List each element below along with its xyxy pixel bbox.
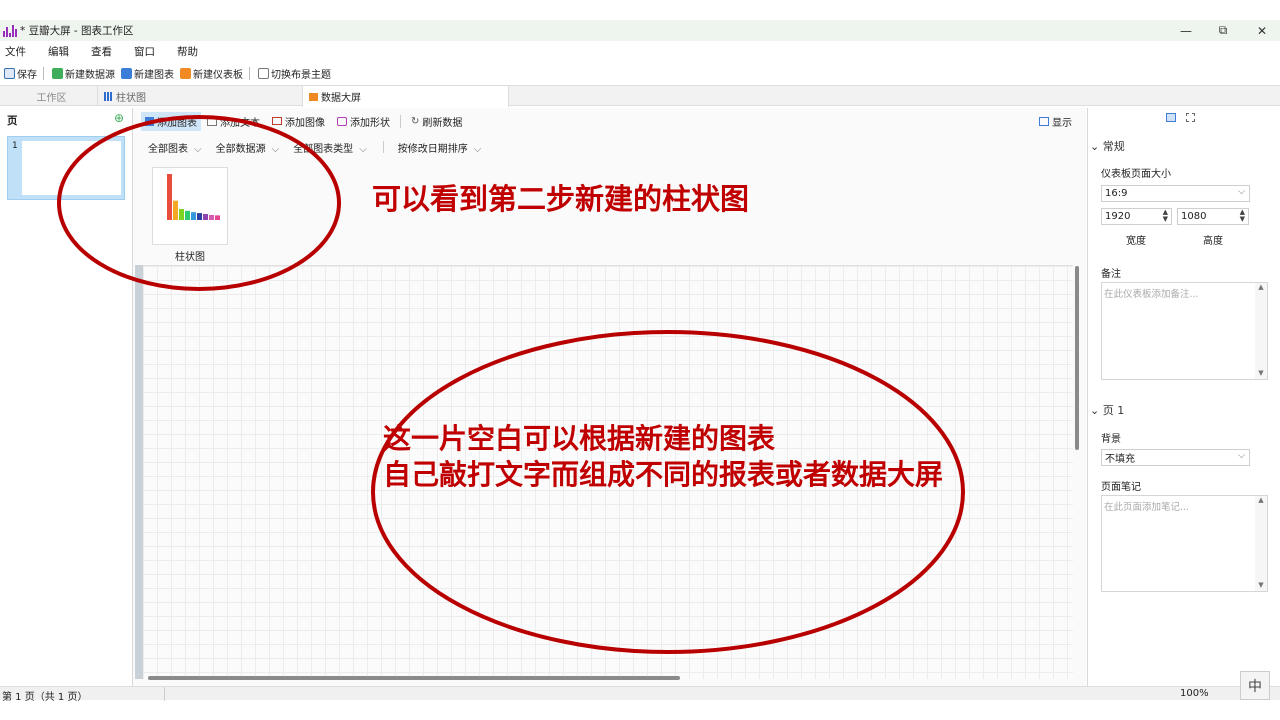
annotation-text-middle-2: 自己敲打文字而组成不同的报表或者数据大屏 [383, 458, 944, 491]
annotation-overlay [57, 115, 965, 654]
annotation-text-top: 可以看到第二步新建的柱状图 [372, 182, 750, 216]
annotation-text-middle-1: 这一片空白可以根据新建的图表 [383, 422, 776, 455]
annotation-ellipse-top [57, 115, 341, 291]
